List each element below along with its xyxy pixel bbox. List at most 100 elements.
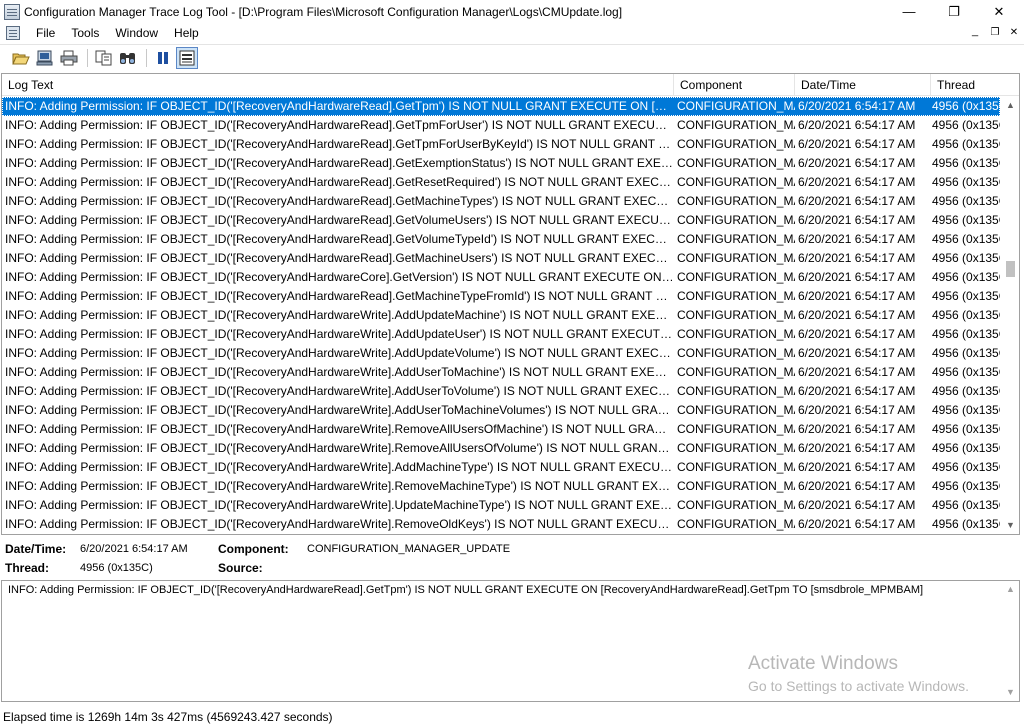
log-text-cell: INFO: Adding Permission: IF OBJECT_ID('[… (5, 346, 674, 360)
thread-cell: 4956 (0x135C (932, 194, 1000, 208)
log-row[interactable]: INFO: Adding Permission: IF OBJECT_ID('[… (2, 287, 1000, 306)
component-cell: CONFIGURATION_MA (677, 270, 795, 284)
component-cell: CONFIGURATION_MA (677, 365, 795, 379)
maximize-button[interactable]: ❐ (931, 0, 977, 23)
log-row[interactable]: INFO: Adding Permission: IF OBJECT_ID('[… (2, 249, 1000, 268)
log-row[interactable]: INFO: Adding Permission: IF OBJECT_ID('[… (2, 496, 1000, 515)
message-text[interactable]: INFO: Adding Permission: IF OBJECT_ID('[… (8, 584, 923, 596)
scrollbar-thumb[interactable] (1006, 261, 1015, 277)
log-row[interactable]: INFO: Adding Permission: IF OBJECT_ID('[… (2, 211, 1000, 230)
column-header-thread[interactable]: Thread (931, 74, 1019, 96)
close-button[interactable]: ✕ (976, 0, 1022, 23)
datetime-cell: 6/20/2021 6:54:17 AM (798, 232, 916, 246)
log-row[interactable]: INFO: Adding Permission: IF OBJECT_ID('[… (2, 173, 1000, 192)
child-restore-button[interactable]: ❐ (986, 25, 1004, 41)
thread-cell: 4956 (0x135C (932, 213, 1000, 227)
log-row[interactable]: INFO: Adding Permission: IF OBJECT_ID('[… (2, 230, 1000, 249)
scroll-down-arrow-icon[interactable]: ▼ (1002, 684, 1019, 701)
component-cell: CONFIGURATION_MA (677, 384, 795, 398)
menu-help[interactable]: Help (166, 26, 207, 40)
pause-icon[interactable] (152, 47, 174, 69)
log-text-cell: INFO: Adding Permission: IF OBJECT_ID('[… (5, 99, 674, 113)
log-text-cell: INFO: Adding Permission: IF OBJECT_ID('[… (5, 517, 674, 531)
datetime-label: Date/Time: (5, 542, 67, 556)
scroll-down-arrow-icon[interactable]: ▼ (1002, 517, 1019, 534)
log-row[interactable]: INFO: Adding Permission: IF OBJECT_ID('[… (2, 439, 1000, 458)
datetime-cell: 6/20/2021 6:54:17 AM (798, 289, 916, 303)
component-cell: CONFIGURATION_MA (677, 118, 795, 132)
component-cell: CONFIGURATION_MA (677, 232, 795, 246)
datetime-cell: 6/20/2021 6:54:17 AM (798, 479, 916, 493)
log-row[interactable]: INFO: Adding Permission: IF OBJECT_ID('[… (2, 306, 1000, 325)
log-row[interactable]: INFO: Adding Permission: IF OBJECT_ID('[… (2, 477, 1000, 496)
log-row[interactable]: INFO: Adding Permission: IF OBJECT_ID('[… (2, 401, 1000, 420)
menu-file[interactable]: File (28, 26, 63, 40)
child-minimize-button[interactable]: _ (966, 25, 984, 41)
print-icon[interactable] (58, 47, 80, 69)
source-label: Source: (218, 561, 263, 575)
log-text-cell: INFO: Adding Permission: IF OBJECT_ID('[… (5, 422, 674, 436)
log-row[interactable]: INFO: Adding Permission: IF OBJECT_ID('[… (2, 268, 1000, 287)
log-text-cell: INFO: Adding Permission: IF OBJECT_ID('[… (5, 270, 674, 284)
thread-value: 4956 (0x135C) (80, 562, 153, 574)
log-row[interactable]: INFO: Adding Permission: IF OBJECT_ID('[… (2, 515, 1000, 534)
component-cell: CONFIGURATION_MA (677, 251, 795, 265)
component-cell: CONFIGURATION_MA (677, 403, 795, 417)
log-text-cell: INFO: Adding Permission: IF OBJECT_ID('[… (5, 232, 674, 246)
datetime-cell: 6/20/2021 6:54:17 AM (798, 213, 916, 227)
log-text-cell: INFO: Adding Permission: IF OBJECT_ID('[… (5, 403, 674, 417)
datetime-cell: 6/20/2021 6:54:17 AM (798, 498, 916, 512)
thread-cell: 4956 (0x135C (932, 99, 1000, 113)
log-row[interactable]: INFO: Adding Permission: IF OBJECT_ID('[… (2, 135, 1000, 154)
log-row[interactable]: INFO: Adding Permission: IF OBJECT_ID('[… (2, 97, 1000, 116)
datetime-cell: 6/20/2021 6:54:17 AM (798, 460, 916, 474)
scroll-up-arrow-icon[interactable]: ▲ (1002, 97, 1019, 114)
log-list[interactable]: Log Text Component Date/Time Thread INFO… (1, 73, 1020, 535)
datetime-cell: 6/20/2021 6:54:17 AM (798, 270, 916, 284)
minimize-button[interactable]: — (886, 0, 932, 23)
component-cell: CONFIGURATION_MA (677, 156, 795, 170)
log-row[interactable]: INFO: Adding Permission: IF OBJECT_ID('[… (2, 344, 1000, 363)
log-row[interactable]: INFO: Adding Permission: IF OBJECT_ID('[… (2, 458, 1000, 477)
menu-window[interactable]: Window (107, 26, 166, 40)
find-icon[interactable] (117, 47, 139, 69)
log-row[interactable]: INFO: Adding Permission: IF OBJECT_ID('[… (2, 363, 1000, 382)
datetime-value: 6/20/2021 6:54:17 AM (80, 543, 188, 555)
column-header-component[interactable]: Component (674, 74, 795, 96)
log-scrollbar[interactable]: ▲ ▼ (1002, 97, 1019, 534)
datetime-cell: 6/20/2021 6:54:17 AM (798, 517, 916, 531)
document-icon[interactable] (6, 26, 20, 40)
log-row[interactable]: INFO: Adding Permission: IF OBJECT_ID('[… (2, 116, 1000, 135)
title-bar[interactable]: Configuration Manager Trace Log Tool - [… (0, 0, 1024, 23)
log-row[interactable]: INFO: Adding Permission: IF OBJECT_ID('[… (2, 192, 1000, 211)
column-header-log-text[interactable]: Log Text (2, 74, 674, 96)
component-cell: CONFIGURATION_MA (677, 99, 795, 113)
thread-cell: 4956 (0x135C (932, 384, 1000, 398)
child-close-button[interactable]: ✕ (1005, 25, 1023, 41)
thread-cell: 4956 (0x135C (932, 479, 1000, 493)
log-text-cell: INFO: Adding Permission: IF OBJECT_ID('[… (5, 251, 674, 265)
thread-cell: 4956 (0x135C (932, 118, 1000, 132)
datetime-cell: 6/20/2021 6:54:17 AM (798, 422, 916, 436)
column-header-datetime[interactable]: Date/Time (795, 74, 931, 96)
component-cell: CONFIGURATION_MA (677, 346, 795, 360)
thread-cell: 4956 (0x135C (932, 175, 1000, 189)
log-row[interactable]: INFO: Adding Permission: IF OBJECT_ID('[… (2, 382, 1000, 401)
show-details-icon[interactable] (176, 47, 198, 69)
watermark-subtitle: Go to Settings to activate Windows. (748, 678, 969, 694)
open-icon[interactable] (10, 47, 32, 69)
copy-icon[interactable] (93, 47, 115, 69)
log-row[interactable]: INFO: Adding Permission: IF OBJECT_ID('[… (2, 325, 1000, 344)
thread-cell: 4956 (0x135C (932, 327, 1000, 341)
log-row[interactable]: INFO: Adding Permission: IF OBJECT_ID('[… (2, 154, 1000, 173)
datetime-cell: 6/20/2021 6:54:17 AM (798, 175, 916, 189)
menu-tools[interactable]: Tools (63, 26, 107, 40)
log-row[interactable]: INFO: Adding Permission: IF OBJECT_ID('[… (2, 420, 1000, 439)
thread-cell: 4956 (0x135C (932, 270, 1000, 284)
menu-bar: File Tools Window Help (0, 23, 1024, 43)
open-on-server-icon[interactable] (34, 47, 56, 69)
scroll-up-arrow-icon[interactable]: ▲ (1002, 581, 1019, 598)
thread-cell: 4956 (0x135C (932, 441, 1000, 455)
window-title: Configuration Manager Trace Log Tool - [… (24, 4, 623, 19)
message-scrollbar[interactable]: ▲ ▼ (1002, 581, 1019, 701)
